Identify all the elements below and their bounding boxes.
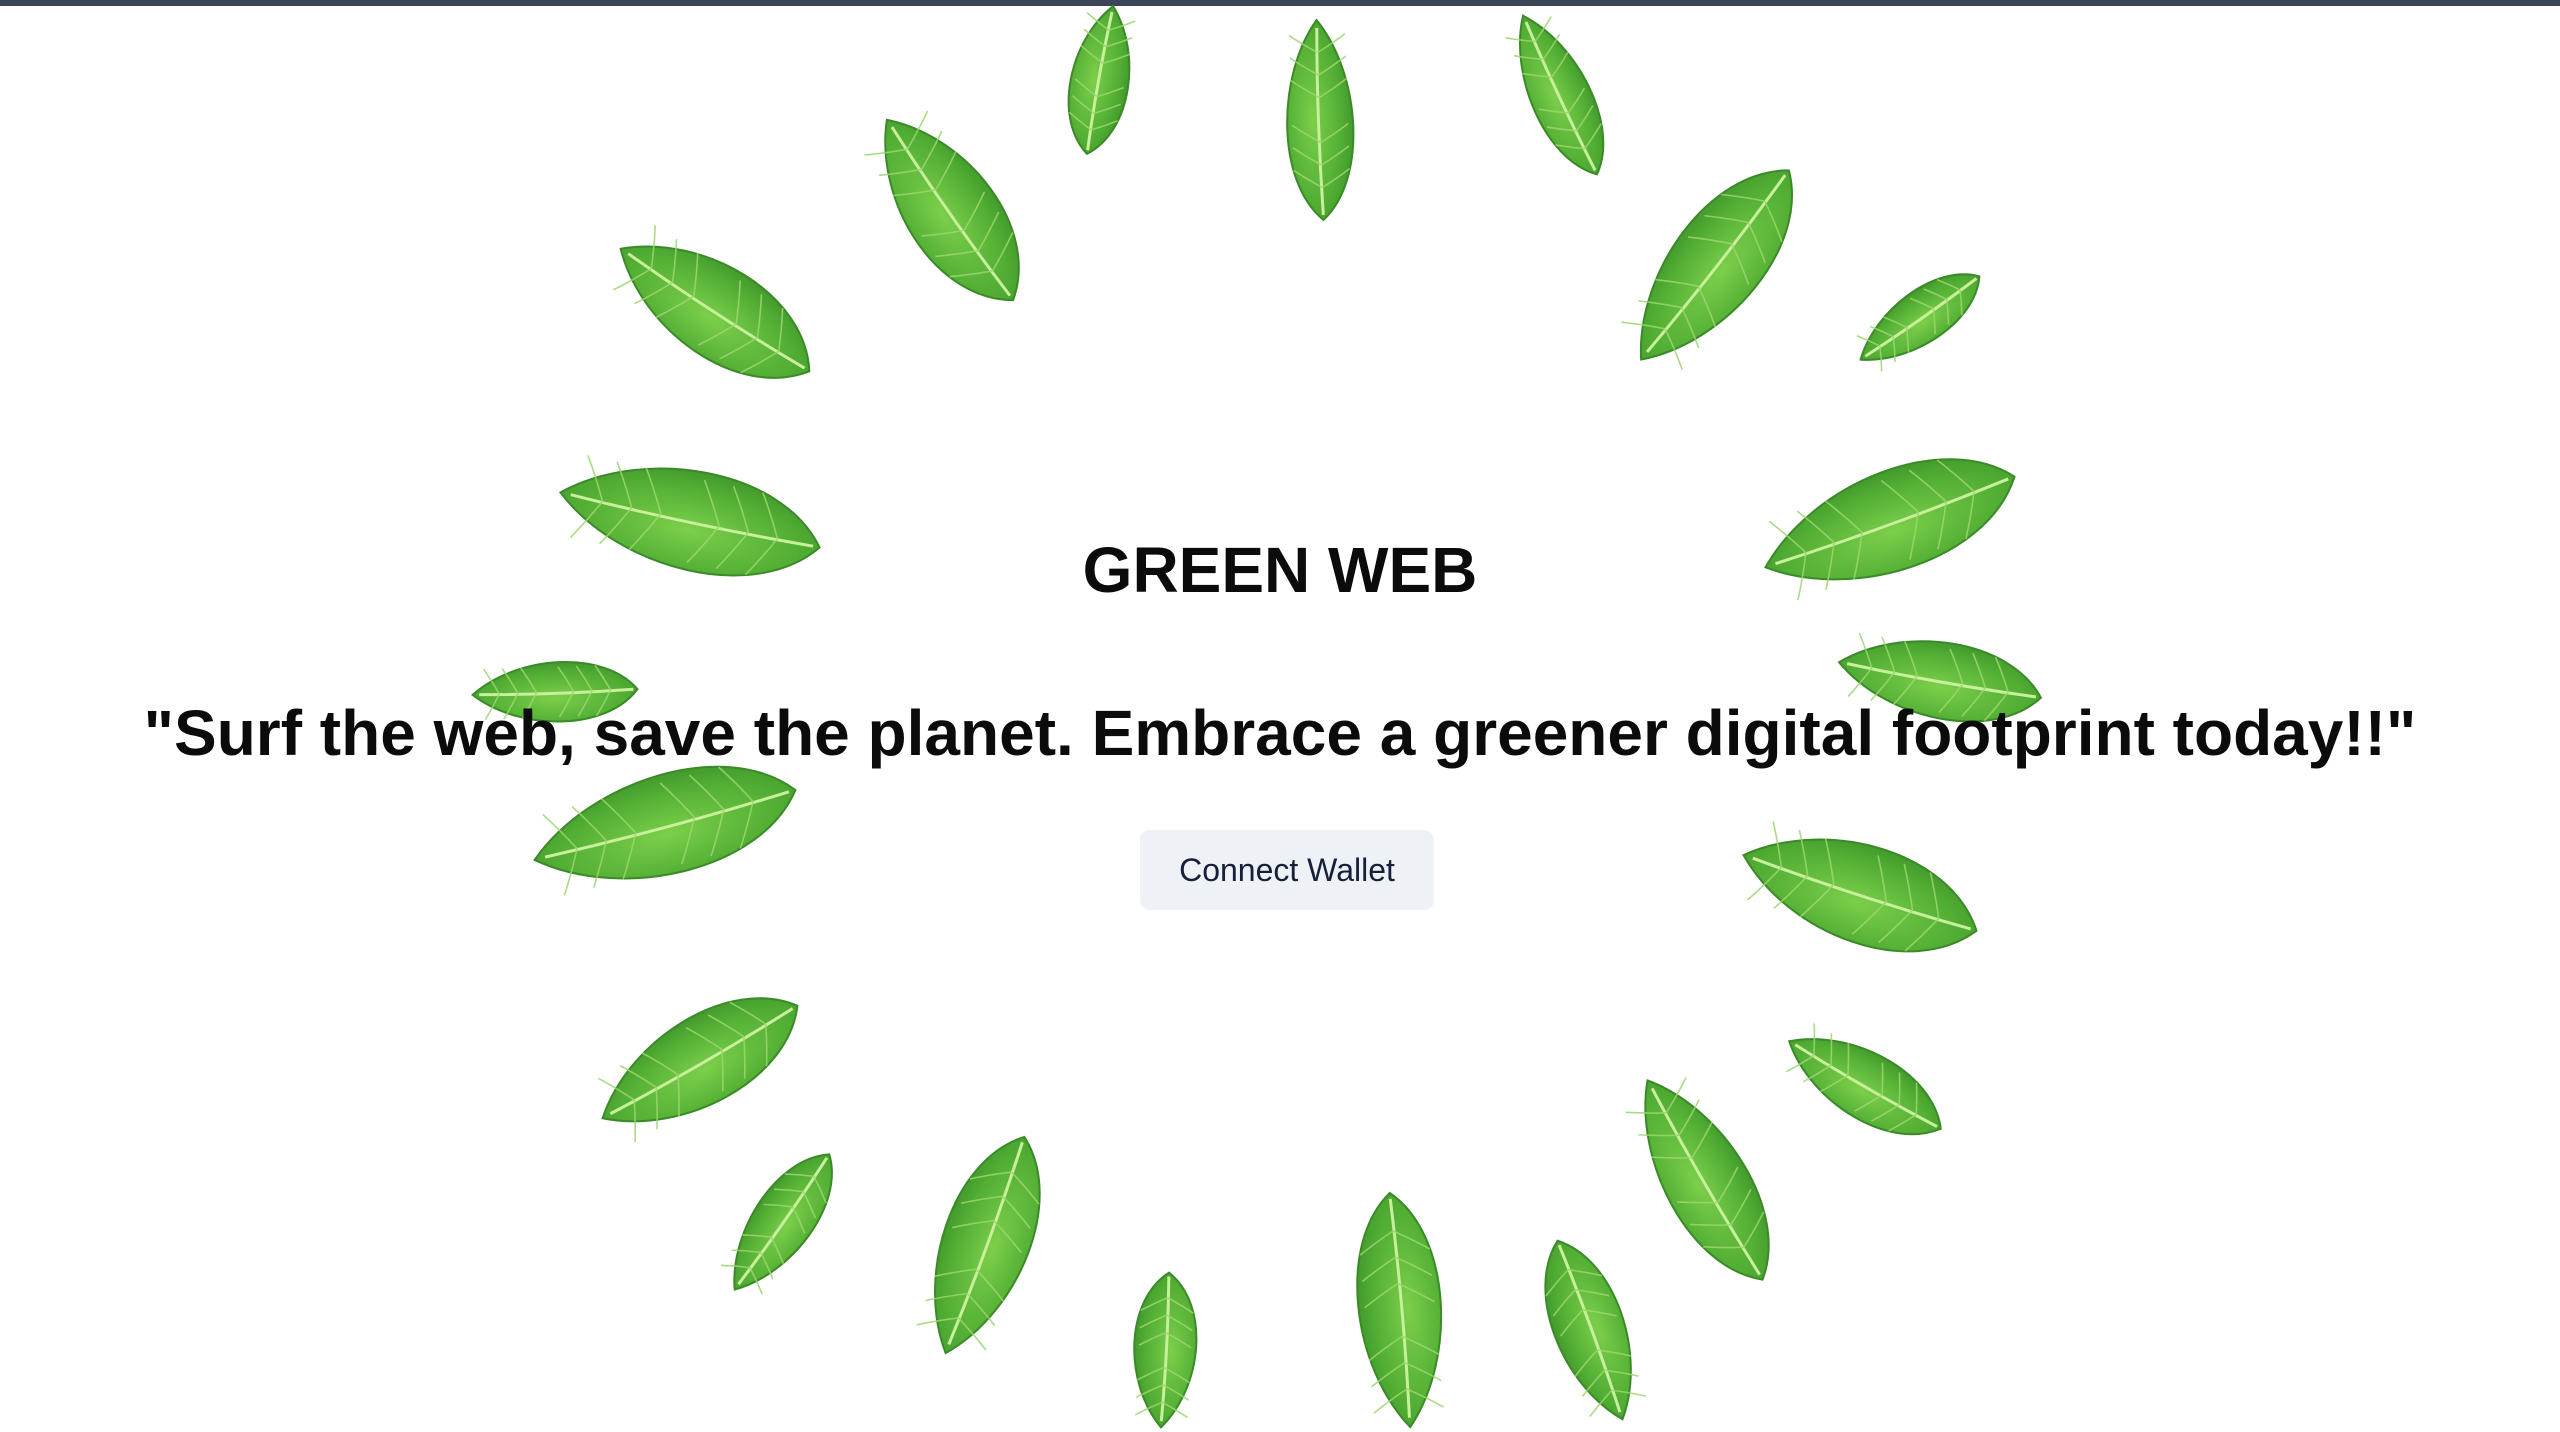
connect-wallet-button[interactable]: Connect Wallet [1140, 830, 1434, 910]
tagline: "Surf the web, save the planet. Embrace … [143, 697, 2417, 769]
page-title: GREEN WEB [1082, 534, 1478, 606]
hero-section: GREEN WEB "Surf the web, save the planet… [0, 0, 2560, 1432]
